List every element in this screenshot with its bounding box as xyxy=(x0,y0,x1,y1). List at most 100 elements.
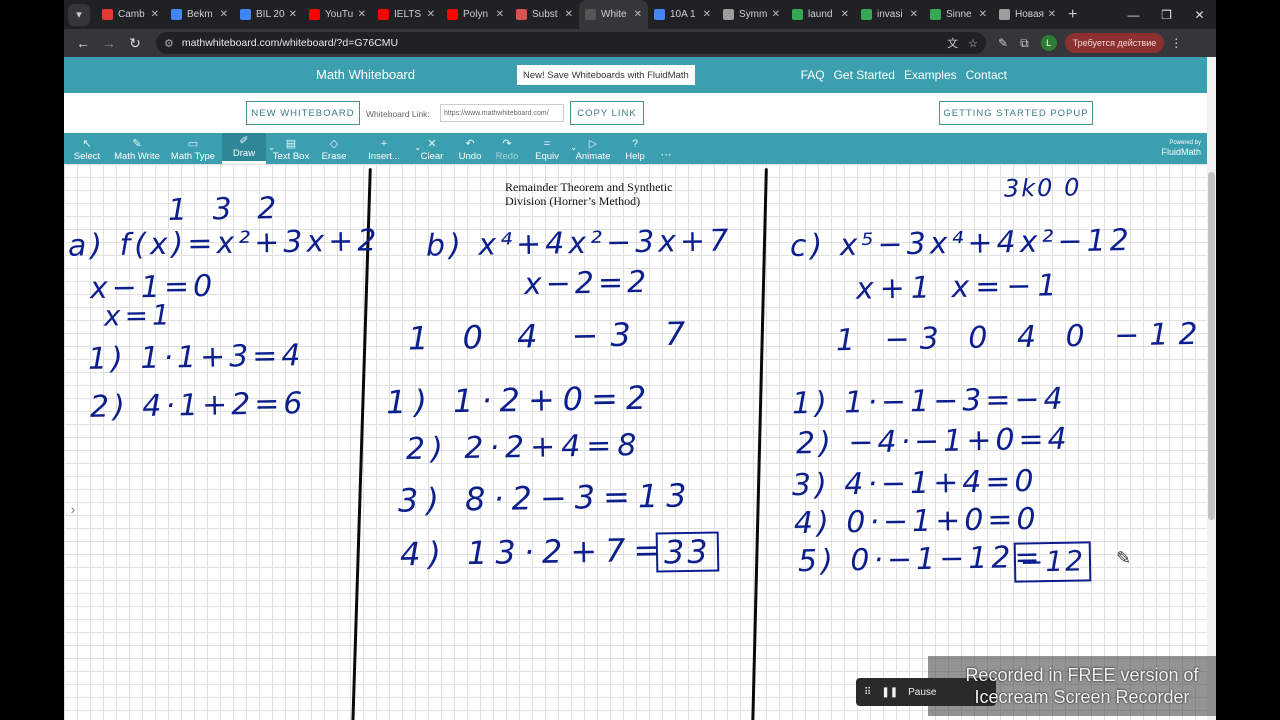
tab-close-icon[interactable]: ✕ xyxy=(427,9,435,20)
page-scrollbar-thumb[interactable] xyxy=(1208,172,1215,520)
tab-title: IELTS xyxy=(394,9,422,20)
tool-icon: ↶ xyxy=(465,138,475,150)
text-box[interactable]: Remainder Theorem and Synthetic Division… xyxy=(504,179,676,223)
translate-icon[interactable]: 文 xyxy=(947,35,958,51)
nav-examples[interactable]: Examples xyxy=(904,68,957,82)
new-tab-button[interactable]: + xyxy=(1068,6,1077,24)
tool-more[interactable]: ⋯ xyxy=(656,133,676,164)
tool-insert[interactable]: + Insert... ⌄ xyxy=(356,133,421,164)
tool-icon: + xyxy=(380,138,388,150)
extension-icon[interactable]: ✎ xyxy=(998,36,1008,50)
browser-tab[interactable]: Новая ✕ xyxy=(993,0,1062,29)
browser-tab[interactable]: BIL 20 ✕ xyxy=(234,0,303,29)
getting-started-popup-button[interactable]: GETTING STARTED POPUP xyxy=(939,101,1093,125)
handwriting: 4) 13·2+7= xyxy=(399,530,669,574)
tool-equiv[interactable]: = Equiv ⌄ xyxy=(526,133,577,164)
tab-title: Новая xyxy=(1015,9,1044,20)
recorder-watermark: Recorded in FREE version of Icecream Scr… xyxy=(942,664,1216,708)
tab-favicon-icon xyxy=(240,9,251,20)
url-text[interactable]: mathwhiteboard.com/whiteboard/?d=G76CMU xyxy=(182,37,937,49)
tab-favicon-icon xyxy=(930,9,941,20)
tab-close-icon[interactable]: ✕ xyxy=(910,9,918,20)
tool-math-type[interactable]: ▭ Math Type xyxy=(168,133,218,164)
tab-close-icon[interactable]: ✕ xyxy=(151,9,159,20)
tool-animate[interactable]: ▷ Animate xyxy=(572,133,614,164)
minimize-icon[interactable]: — xyxy=(1117,8,1150,22)
whiteboard-link-field[interactable]: https://www.mathwhiteboard.com/ xyxy=(440,104,564,122)
browser-tab[interactable]: White ✕ xyxy=(579,0,648,29)
tool-redo[interactable]: ↷ Redo xyxy=(492,133,522,164)
copy-link-button[interactable]: COPY LINK xyxy=(570,101,644,125)
whiteboard-canvas[interactable]: › Remainder Theorem and Synthetic Divisi… xyxy=(64,164,1207,720)
action-required-button[interactable]: Требуется действие xyxy=(1064,33,1165,53)
tab-search-button[interactable]: ▾ xyxy=(68,3,90,26)
address-bar[interactable]: ⚙ mathwhiteboard.com/whiteboard/?d=G76CM… xyxy=(156,32,986,54)
tab-close-icon[interactable]: ✕ xyxy=(358,9,366,20)
browser-tab[interactable]: YouTu ✕ xyxy=(303,0,372,29)
pause-icon[interactable]: ❚❚ xyxy=(881,687,898,698)
tab-close-icon[interactable]: ✕ xyxy=(703,9,711,20)
tool-icon: ▤ xyxy=(285,138,297,150)
tool-draw[interactable]: ✐ Draw ⌄ xyxy=(222,133,275,164)
tool-erase[interactable]: ◇ Erase xyxy=(316,133,352,164)
browser-tab[interactable]: Subst ✕ xyxy=(510,0,579,29)
tool-clear[interactable]: ✕ Clear xyxy=(416,133,448,164)
boxed-answer: 33 xyxy=(655,531,720,573)
bookmark-star-icon[interactable]: ☆ xyxy=(968,37,978,50)
handwriting: 3) 8·2−3=13 xyxy=(397,476,695,520)
tab-favicon-icon xyxy=(654,9,665,20)
site-title[interactable]: Math Whiteboard xyxy=(316,67,415,82)
tab-title: Camb xyxy=(118,9,145,20)
tab-favicon-icon xyxy=(585,9,596,20)
forward-icon[interactable]: → xyxy=(96,35,122,51)
tool-undo[interactable]: ↶ Undo xyxy=(452,133,488,164)
browser-tab[interactable]: invasi ✕ xyxy=(855,0,924,29)
browser-tab[interactable]: 10A 1 ✕ xyxy=(648,0,717,29)
tab-close-icon[interactable]: ✕ xyxy=(772,9,780,20)
tab-title: invasi xyxy=(877,9,903,20)
tool-label: Math Write xyxy=(114,151,160,162)
browser-tab[interactable]: IELTS ✕ xyxy=(372,0,441,29)
browser-window: ▾ Camb ✕ Bekm ✕ BIL 20 ✕ YouTu ✕ IELTS ✕ Polyn ✕ Sub… xyxy=(64,0,1216,720)
tab-close-icon[interactable]: ✕ xyxy=(289,9,297,20)
tab-close-icon[interactable]: ✕ xyxy=(1048,9,1056,20)
browser-tab[interactable]: Bekm ✕ xyxy=(165,0,234,29)
tab-close-icon[interactable]: ✕ xyxy=(634,9,642,20)
reload-icon[interactable]: ↻ xyxy=(122,35,148,52)
nav-get-started[interactable]: Get Started xyxy=(834,68,895,82)
browser-tab[interactable]: Camb ✕ xyxy=(96,0,165,29)
tool-text-box[interactable]: ▤ Text Box xyxy=(270,133,312,164)
browser-tab[interactable]: Sinne ✕ xyxy=(924,0,993,29)
close-icon[interactable]: ✕ xyxy=(1183,8,1216,22)
browser-tab[interactable]: laund ✕ xyxy=(786,0,855,29)
tool-label: Erase xyxy=(321,151,347,162)
nav-faq[interactable]: FAQ xyxy=(801,68,825,82)
maximize-icon[interactable]: ❐ xyxy=(1150,8,1183,22)
tab-favicon-icon xyxy=(447,9,458,20)
browser-menu-icon[interactable]: ⋮ xyxy=(1170,36,1182,50)
pause-label[interactable]: Pause xyxy=(908,687,936,698)
tool-math-write[interactable]: ✎ Math Write xyxy=(110,133,164,164)
promo-banner[interactable]: New! Save Whiteboards with FluidMath xyxy=(517,65,695,85)
tab-close-icon[interactable]: ✕ xyxy=(220,9,228,20)
back-icon[interactable]: ← xyxy=(70,35,96,51)
tab-close-icon[interactable]: ✕ xyxy=(841,9,849,20)
side-panel-toggle-icon[interactable]: › xyxy=(64,494,82,524)
tab-close-icon[interactable]: ✕ xyxy=(496,9,504,20)
tool-label: Help xyxy=(625,151,645,162)
nav-contact[interactable]: Contact xyxy=(966,68,1007,82)
new-whiteboard-button[interactable]: NEW WHITEBOARD xyxy=(246,101,360,125)
tool-label: Equiv xyxy=(535,151,559,162)
tab-title: YouTu xyxy=(325,9,354,20)
extensions-puzzle-icon[interactable]: ⧉ xyxy=(1020,36,1029,51)
profile-avatar[interactable]: L xyxy=(1040,35,1057,51)
tool-select[interactable]: ↖ Select xyxy=(68,133,106,164)
tool-help[interactable]: ? Help xyxy=(618,133,652,164)
tab-title: Sinne xyxy=(946,9,972,20)
tab-close-icon[interactable]: ✕ xyxy=(979,9,987,20)
browser-tab[interactable]: Polyn ✕ xyxy=(441,0,510,29)
browser-tab[interactable]: Symm ✕ xyxy=(717,0,786,29)
tab-close-icon[interactable]: ✕ xyxy=(565,9,573,20)
drag-handle-icon[interactable]: ⠿ xyxy=(864,687,871,698)
site-info-icon[interactable]: ⚙ xyxy=(164,37,174,50)
